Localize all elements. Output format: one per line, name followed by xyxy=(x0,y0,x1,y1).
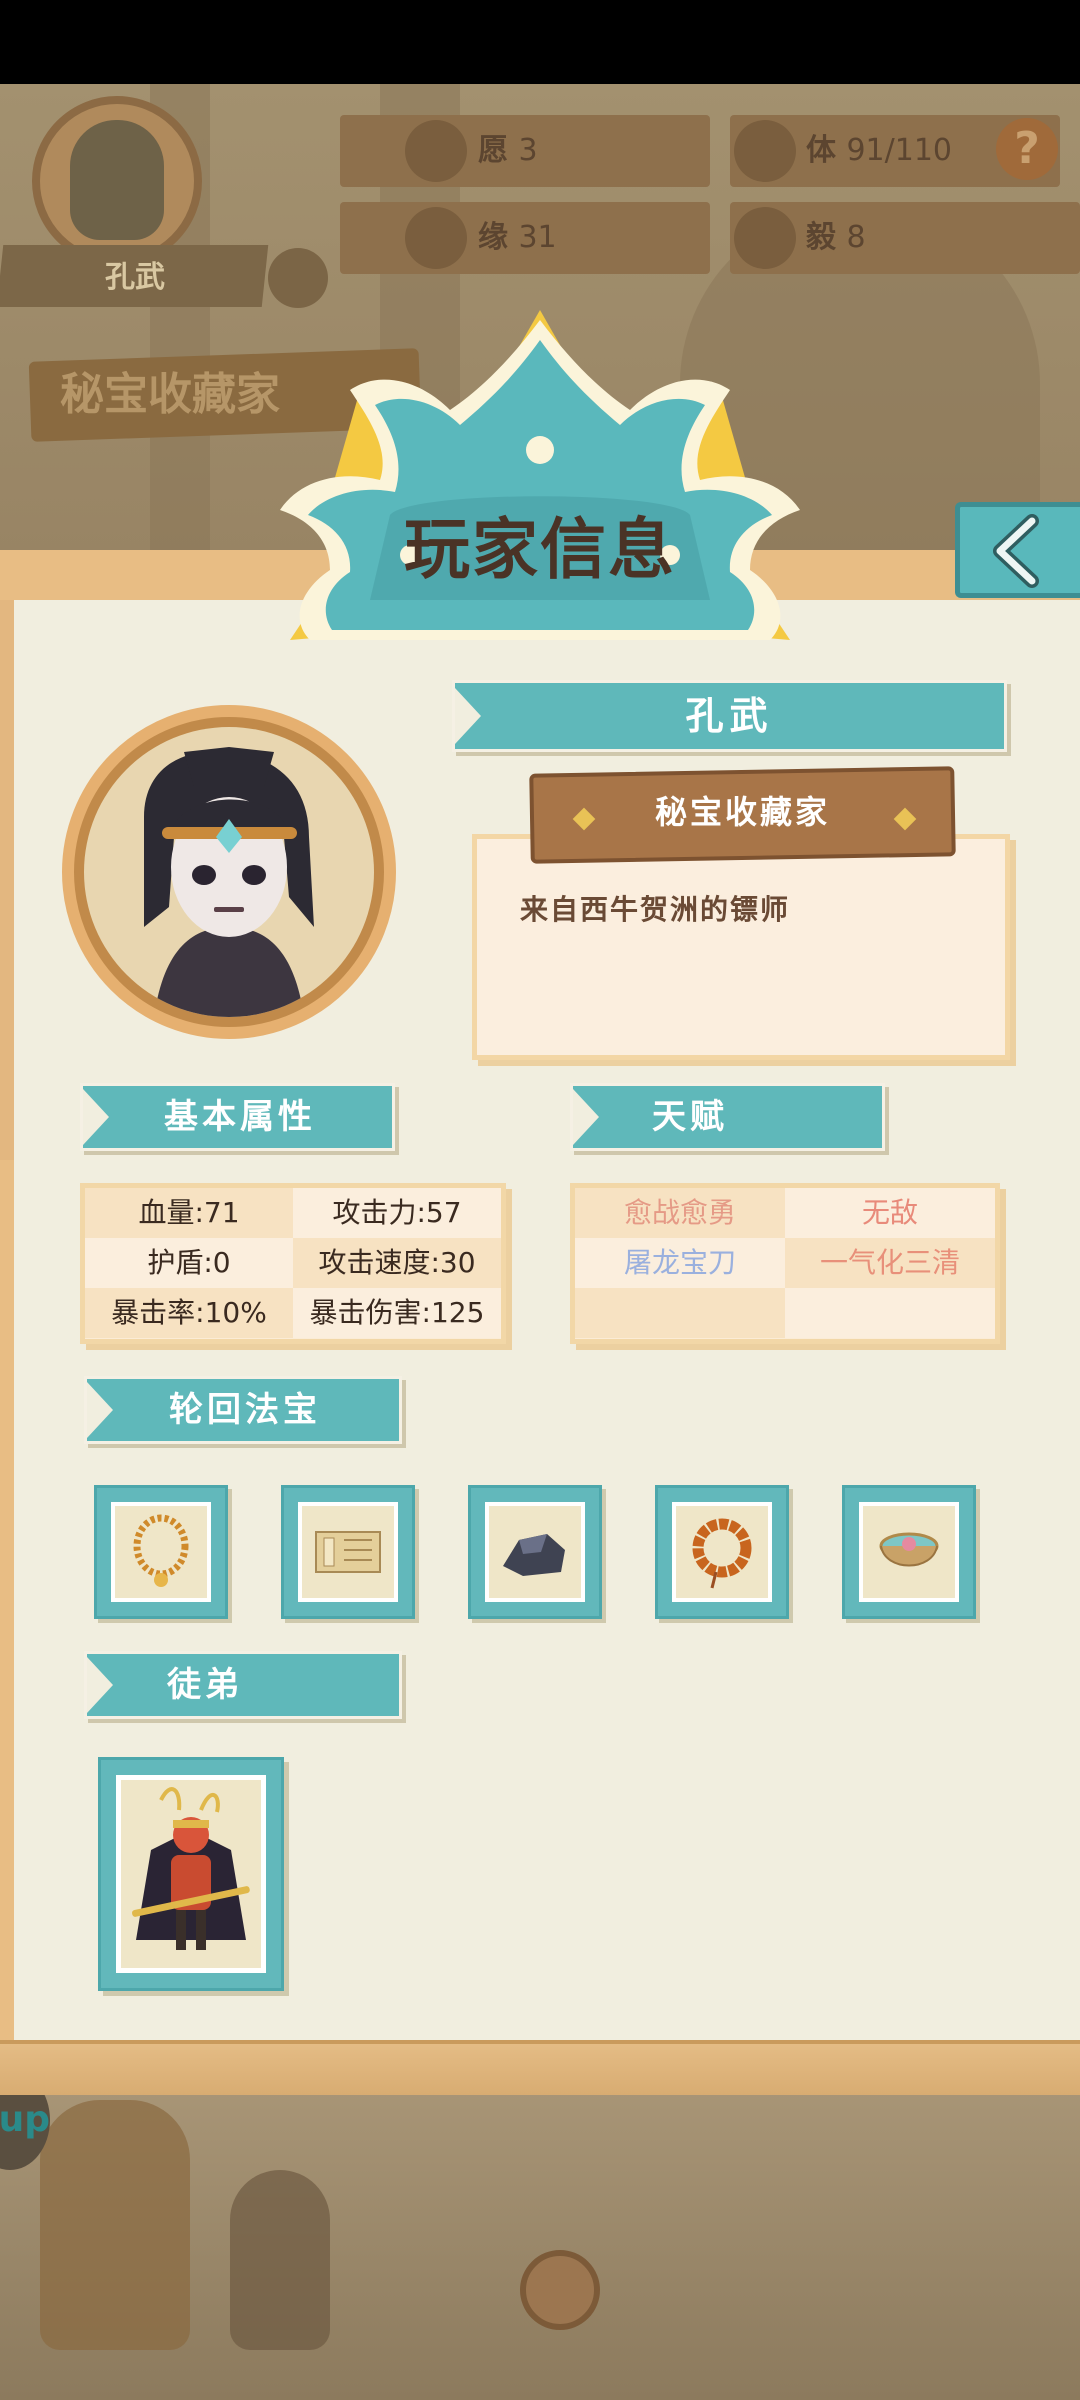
treasure-inner xyxy=(859,1502,959,1602)
back-button[interactable] xyxy=(955,502,1080,598)
fate-icon xyxy=(405,207,467,269)
section-title-treasure: 轮回法宝 xyxy=(169,1390,321,1430)
player-description: 来自西牛贺洲的镖师 xyxy=(520,893,791,926)
treasure-inner xyxy=(485,1502,585,1602)
stat-cell: 攻击速度:30 xyxy=(293,1238,501,1288)
amber-necklace-icon xyxy=(133,1514,189,1587)
treasure-slot[interactable] xyxy=(655,1485,789,1619)
treasure-slot[interactable] xyxy=(468,1485,602,1619)
treasure-slot[interactable] xyxy=(842,1485,976,1619)
ribbon-notch xyxy=(83,1089,109,1145)
talent-cell-empty xyxy=(785,1288,995,1338)
help-icon: ? xyxy=(996,118,1058,180)
section-title-basic: 基本属性 xyxy=(164,1097,316,1137)
monkey-king-icon xyxy=(132,1787,250,1950)
bg-stat-resolve: 毅 8 xyxy=(730,202,1080,274)
description-box xyxy=(472,834,1010,1060)
black-stone-icon xyxy=(503,1534,565,1576)
crest-ornament xyxy=(280,310,800,640)
stat-cell: 暴击率:10% xyxy=(85,1288,293,1338)
stat-cell: 暴击伤害:125 xyxy=(293,1288,501,1338)
talent-cell[interactable]: 屠龙宝刀 xyxy=(575,1238,785,1288)
talent-cell[interactable]: 无敌 xyxy=(785,1188,995,1238)
prayer-beads-icon xyxy=(692,1518,752,1589)
stamina-icon xyxy=(734,120,796,182)
bg-stat-wish: 愿 3 xyxy=(340,115,710,187)
treasure-inner xyxy=(672,1502,772,1602)
stat-cell: 护盾:0 xyxy=(85,1238,293,1288)
treasure-inner xyxy=(298,1502,398,1602)
talent-cell[interactable]: 愈战愈勇 xyxy=(575,1188,785,1238)
talent-cell[interactable]: 一气化三清 xyxy=(785,1238,995,1288)
disciple-portrait[interactable] xyxy=(116,1775,266,1973)
jade-bowl-icon xyxy=(879,1532,939,1567)
panel-edge xyxy=(0,600,14,1160)
section-title-disciple: 徒弟 xyxy=(167,1665,243,1705)
status-bar xyxy=(0,0,1080,84)
talent-table: 愈战愈勇 无敌 屠龙宝刀 一气化三清 xyxy=(570,1183,1000,1344)
treasure-slot[interactable] xyxy=(281,1485,415,1619)
player-name: 孔武 xyxy=(685,694,774,738)
gear-icon xyxy=(268,248,328,308)
wish-icon xyxy=(405,120,467,182)
avatar xyxy=(84,727,374,1017)
panel-title: 玩家信息 xyxy=(404,511,676,588)
bg-stat-fate: 缘 31 xyxy=(340,202,710,274)
stat-cell: 攻击力:57 xyxy=(293,1188,501,1238)
section-title-talent: 天赋 xyxy=(652,1097,728,1137)
treasure-inner xyxy=(111,1502,211,1602)
treasure-slot[interactable] xyxy=(94,1485,228,1619)
player-title: 秘宝收藏家 xyxy=(654,793,830,831)
panel-divider xyxy=(0,2040,1080,2044)
basic-stats-table: 血量:71 攻击力:57 护盾:0 攻击速度:30 暴击率:10% 暴击伤害:1… xyxy=(80,1183,506,1344)
ribbon-notch xyxy=(87,1382,113,1438)
player-portrait-icon xyxy=(144,747,314,1017)
bg-avatar-face xyxy=(70,120,164,240)
bg-hero-monkey xyxy=(40,2100,190,2350)
stat-cell: 血量:71 xyxy=(85,1188,293,1238)
chevron-left-icon xyxy=(993,514,1039,588)
resolve-icon xyxy=(734,207,796,269)
panel-bottom-border xyxy=(0,2040,1080,2095)
bg-hero-player xyxy=(230,2170,330,2350)
talent-cell-empty xyxy=(575,1288,785,1338)
bg-player-name: 孔武 xyxy=(105,260,165,295)
bg-bowl-icon xyxy=(520,2250,600,2330)
scroll-book-icon xyxy=(315,1531,381,1573)
